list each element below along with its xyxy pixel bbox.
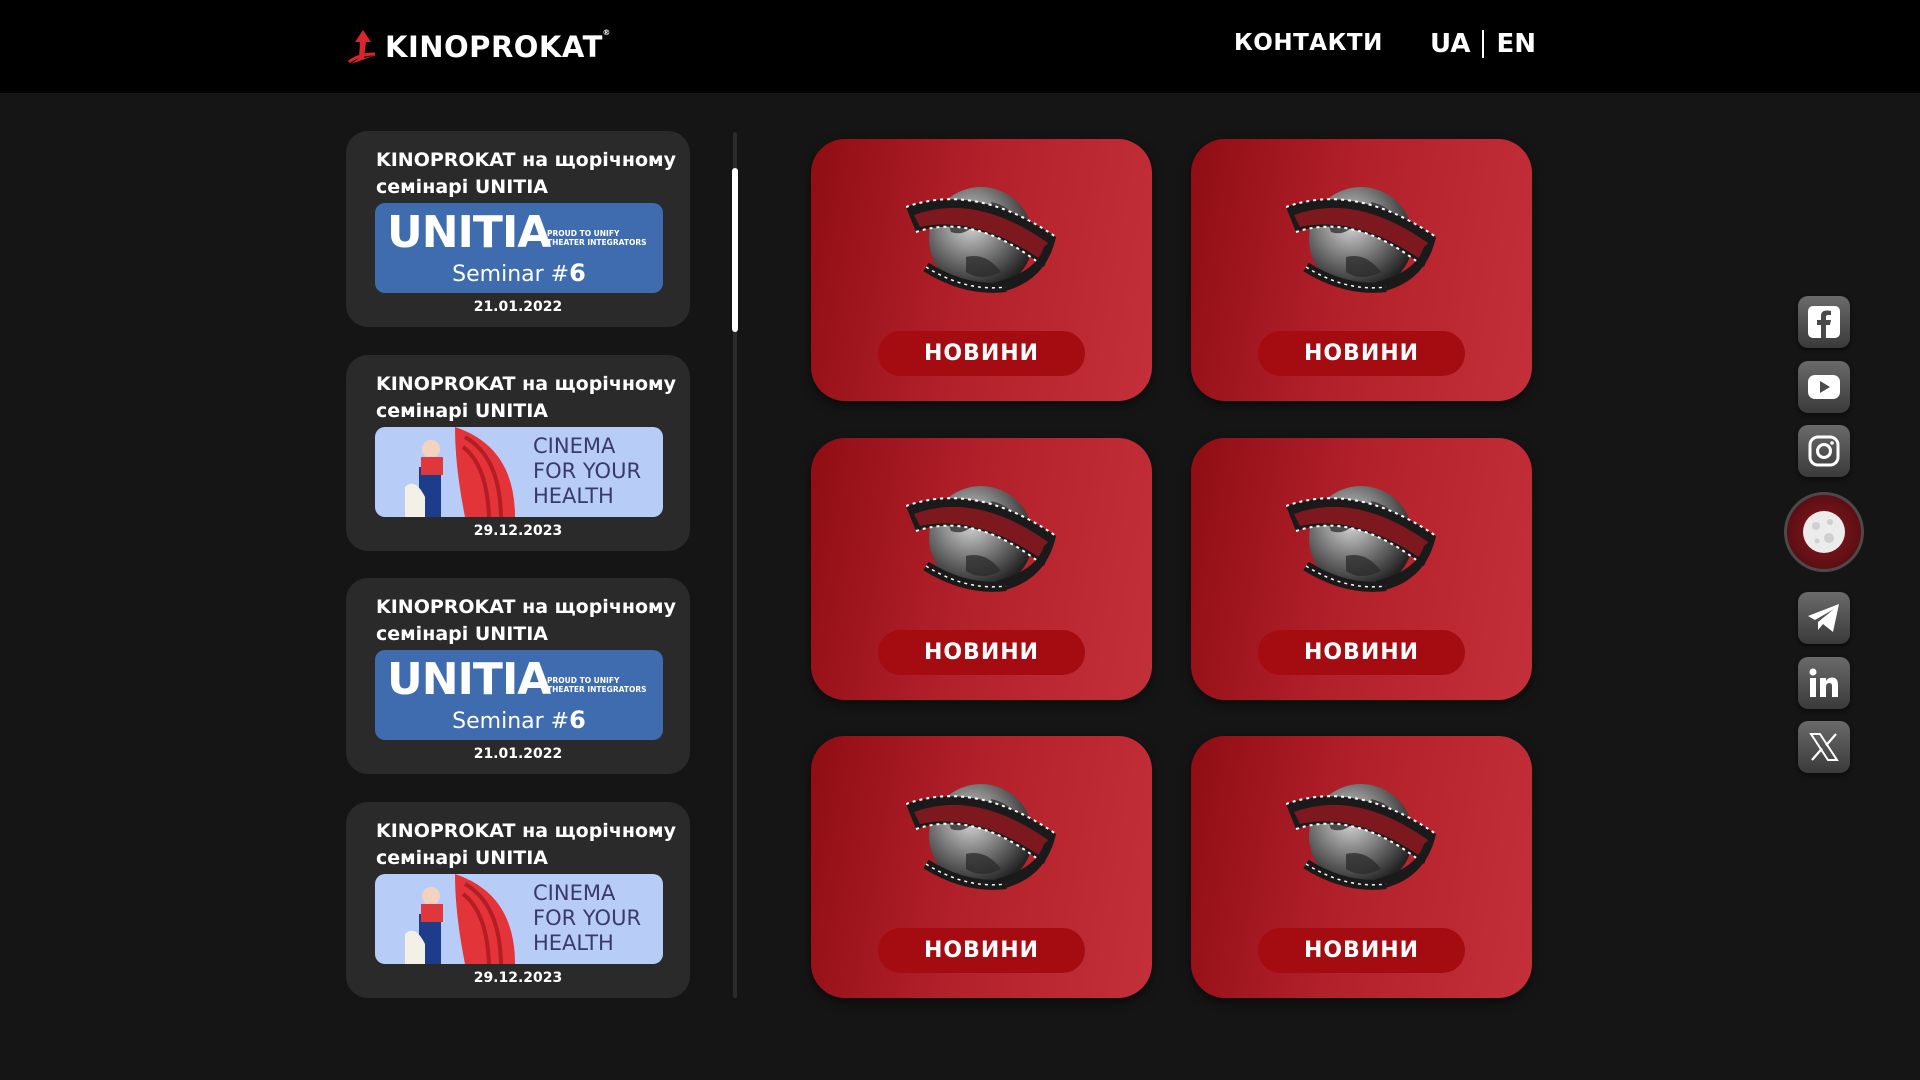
news-button[interactable]: НОВИНИ xyxy=(878,331,1085,376)
news-tile[interactable]: НОВИНИ xyxy=(1191,438,1532,700)
news-button[interactable]: НОВИНИ xyxy=(878,630,1085,675)
linkedin-button[interactable] xyxy=(1798,657,1850,709)
news-date: 29.12.2023 xyxy=(473,970,563,986)
globe-film-icon xyxy=(1286,177,1436,297)
globe-film-icon xyxy=(906,774,1056,894)
news-date: 21.01.2022 xyxy=(473,746,563,762)
cinema-illustration xyxy=(405,427,515,517)
language-switcher: UA EN xyxy=(1430,29,1536,59)
news-scrollbar-thumb[interactable] xyxy=(732,168,738,332)
news-date: 21.01.2022 xyxy=(473,299,563,315)
site-header: KINOPROKAT ® КОНТАКТИ UA EN xyxy=(0,0,1920,93)
logo-arrow-icon xyxy=(348,30,376,64)
unitia-tagline: PROUD TO UNIFY THEATER INTEGRATORS xyxy=(547,229,647,247)
news-title: KINOPROKAT на щорічному семінарі UNITIA xyxy=(376,820,676,869)
news-image-unitia: UNITIA PROUD TO UNIFY THEATER INTEGRATORS… xyxy=(375,650,663,740)
news-title: KINOPROKAT на щорічному семінарі UNITIA xyxy=(376,596,676,645)
unitia-seminar: Seminar #6 xyxy=(452,259,586,287)
globe-film-icon xyxy=(906,476,1056,596)
unitia-logo: UNITIA xyxy=(387,654,551,705)
health-text: CINEMA FOR YOUR HEALTH xyxy=(533,434,642,508)
globe-film-icon xyxy=(1286,476,1436,596)
site-logo[interactable]: KINOPROKAT ® xyxy=(345,26,611,68)
news-image-health: CINEMA FOR YOUR HEALTH xyxy=(375,874,663,964)
news-image-unitia: UNITIA PROUD TO UNIFY THEATER INTEGRATORS… xyxy=(375,203,663,293)
logo-text: KINOPROKAT ® xyxy=(385,28,611,64)
news-tile[interactable]: НОВИНИ xyxy=(1191,139,1532,401)
globe-film-icon xyxy=(906,177,1056,297)
news-title: KINOPROKAT на щорічному семінарі UNITIA xyxy=(376,373,676,422)
news-image-health: CINEMA FOR YOUR HEALTH xyxy=(375,427,663,517)
globe-film-icon xyxy=(1286,774,1436,894)
news-title: KINOPROKAT на щорічному семінарі UNITIA xyxy=(376,149,676,198)
news-tile[interactable]: НОВИНИ xyxy=(811,736,1152,998)
linkedin-icon xyxy=(1809,668,1838,697)
youtube-icon xyxy=(1808,375,1840,399)
nav-contacts[interactable]: КОНТАКТИ xyxy=(1234,30,1383,56)
theme-toggle-button[interactable] xyxy=(1784,492,1864,572)
instagram-icon xyxy=(1808,435,1840,467)
telegram-icon xyxy=(1808,604,1839,632)
news-tile[interactable]: НОВИНИ xyxy=(811,139,1152,401)
news-tile[interactable]: НОВИНИ xyxy=(811,438,1152,700)
unitia-tagline: PROUD TO UNIFY THEATER INTEGRATORS xyxy=(547,676,647,694)
unitia-logo: UNITIA xyxy=(387,207,551,258)
news-button[interactable]: НОВИНИ xyxy=(1258,630,1465,675)
x-icon xyxy=(1809,733,1839,761)
lang-divider xyxy=(1482,30,1485,58)
facebook-icon xyxy=(1808,306,1840,338)
news-date: 29.12.2023 xyxy=(473,523,563,539)
x-twitter-button[interactable] xyxy=(1798,721,1850,773)
instagram-button[interactable] xyxy=(1798,425,1850,477)
moon-icon xyxy=(1803,511,1845,553)
news-button[interactable]: НОВИНИ xyxy=(1258,928,1465,973)
news-card[interactable]: KINOPROKAT на щорічному семінарі UNITIA … xyxy=(346,355,690,551)
news-card[interactable]: KINOPROKAT на щорічному семінарі UNITIA … xyxy=(346,578,690,774)
news-button[interactable]: НОВИНИ xyxy=(1258,331,1465,376)
news-tile[interactable]: НОВИНИ xyxy=(1191,736,1532,998)
news-card[interactable]: KINOPROKAT на щорічному семінарі UNITIA … xyxy=(346,131,690,327)
cinema-illustration xyxy=(405,874,515,964)
unitia-seminar: Seminar #6 xyxy=(452,706,586,734)
lang-ua[interactable]: UA xyxy=(1430,29,1470,59)
news-button[interactable]: НОВИНИ xyxy=(878,928,1085,973)
youtube-button[interactable] xyxy=(1798,361,1850,413)
telegram-button[interactable] xyxy=(1798,592,1850,644)
health-text: CINEMA FOR YOUR HEALTH xyxy=(533,881,642,955)
lang-en[interactable]: EN xyxy=(1496,29,1536,59)
news-card[interactable]: KINOPROKAT на щорічному семінарі UNITIA … xyxy=(346,802,690,998)
facebook-button[interactable] xyxy=(1798,296,1850,348)
